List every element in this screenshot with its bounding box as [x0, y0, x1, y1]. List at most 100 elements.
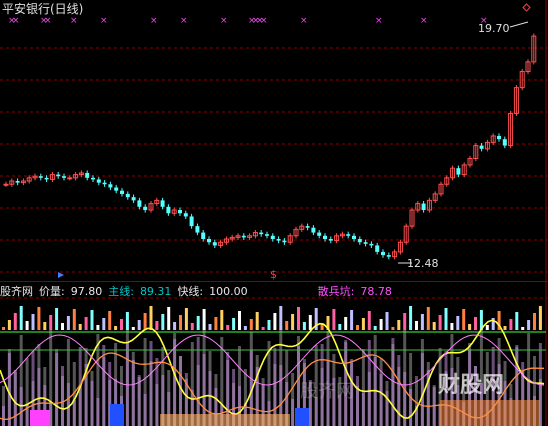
event-marker: × [12, 16, 20, 26]
candle-down [212, 242, 217, 246]
candle-down [137, 200, 142, 207]
signal-bar [7, 320, 11, 330]
signal-bar [533, 313, 536, 330]
signal-bar [161, 314, 165, 330]
signal-bar [102, 318, 106, 330]
signal-bar [503, 326, 507, 330]
high-arrow [509, 21, 529, 28]
signal-bar [485, 325, 489, 330]
signal-bar [297, 307, 300, 330]
signal-bar [179, 315, 182, 330]
signal-bar [474, 317, 477, 330]
candle-down [375, 245, 380, 252]
chart-title: 平安银行(日线) [2, 2, 84, 16]
main-line-value: 89.31 [139, 285, 172, 298]
candle-down [386, 255, 391, 257]
candle-down [317, 232, 322, 236]
signal-bar [527, 320, 531, 330]
candle-down [114, 187, 119, 191]
diamond-icon [522, 3, 531, 12]
momentum-bar [90, 381, 94, 426]
signal-bar [108, 311, 112, 330]
signal-bar [220, 310, 224, 330]
chart-canvas[interactable]: ×× ×× × × × × × ×××× × × × ×$ [0, 0, 548, 426]
stock-chart-window: × × × × × × × × × × × × × × × × × $ 平安银行(日线) 19.70 12.48 … [0, 0, 548, 426]
signal-bar [273, 313, 277, 330]
event-marker: × [420, 16, 428, 26]
signal-bar [55, 308, 59, 330]
signal-bar [538, 306, 542, 330]
signal-bar [214, 317, 218, 330]
signal-bar [137, 320, 141, 330]
signal-bar [114, 326, 118, 330]
candle-down [421, 203, 426, 211]
signal-bar [403, 313, 407, 330]
candle-down [357, 239, 362, 243]
indicator-header: 股齐网 价量: 97.80 主线: 89.31 快线: 100.00 散兵坑: 78.78 [0, 286, 398, 298]
blue-block [110, 404, 124, 426]
signal-bar [149, 306, 153, 330]
candle-down [91, 177, 95, 180]
signal-bar [226, 325, 230, 330]
candle-down [189, 216, 194, 227]
momentum-bar [55, 349, 59, 426]
momentum-bar [356, 376, 359, 426]
candle-up [3, 183, 9, 186]
indicator-name[interactable]: 股齐网 [0, 285, 33, 298]
candle-down [15, 181, 20, 183]
signal-bar [249, 319, 253, 330]
signal-bar [167, 307, 171, 330]
pane-separator[interactable] [0, 281, 548, 282]
momentum-bar [361, 393, 365, 426]
signal-bar [43, 322, 47, 330]
candle-down [346, 234, 351, 236]
momentum-bar [137, 377, 141, 426]
candle-down [62, 176, 66, 178]
signal-bar [438, 315, 442, 330]
candle-down [120, 190, 124, 194]
price-volume-label: 价量: [39, 285, 65, 298]
signal-bar [238, 311, 241, 330]
candle-down [38, 176, 43, 178]
candle-down [352, 235, 356, 240]
event-marker: × [220, 16, 228, 26]
candle-down [363, 242, 368, 244]
scatter-label: 散兵坑: [317, 285, 355, 298]
signal-bar [31, 314, 35, 330]
signal-bar [291, 314, 295, 330]
price-volume-value: 97.80 [70, 285, 103, 298]
signal-bar [409, 306, 413, 330]
candle-down [44, 177, 49, 180]
signal-bar [308, 315, 312, 330]
momentum-bar [61, 366, 64, 426]
signal-bar [373, 326, 377, 330]
signal-bar [49, 315, 53, 330]
candle-down [456, 168, 461, 175]
signal-bar [243, 326, 247, 330]
candle-down [166, 206, 171, 214]
signal-bar [96, 325, 100, 330]
signal-bar [444, 308, 448, 330]
price-high-label: 19.70 [478, 22, 510, 35]
fast-line-value: 100.00 [209, 285, 248, 298]
signal-bar [515, 312, 519, 330]
watermark-logo: 财股网 [438, 373, 505, 398]
orange-block [160, 414, 290, 426]
orange-block [440, 400, 540, 426]
signal-bar [143, 313, 147, 330]
momentum-bar [96, 398, 100, 426]
candle-down [56, 174, 61, 177]
momentum-bar [420, 353, 424, 426]
candle-down [259, 232, 264, 235]
candle-down [282, 240, 287, 243]
signal-bar [61, 323, 64, 330]
event-marker: × [150, 16, 158, 26]
momentum-bar [379, 374, 383, 426]
signal-bar [120, 319, 123, 330]
candle-up [67, 177, 73, 180]
signal-bar [261, 327, 265, 330]
candle-down [143, 206, 148, 211]
blue-block [30, 410, 50, 426]
signal-bar [426, 307, 430, 330]
signal-bar [155, 321, 159, 330]
